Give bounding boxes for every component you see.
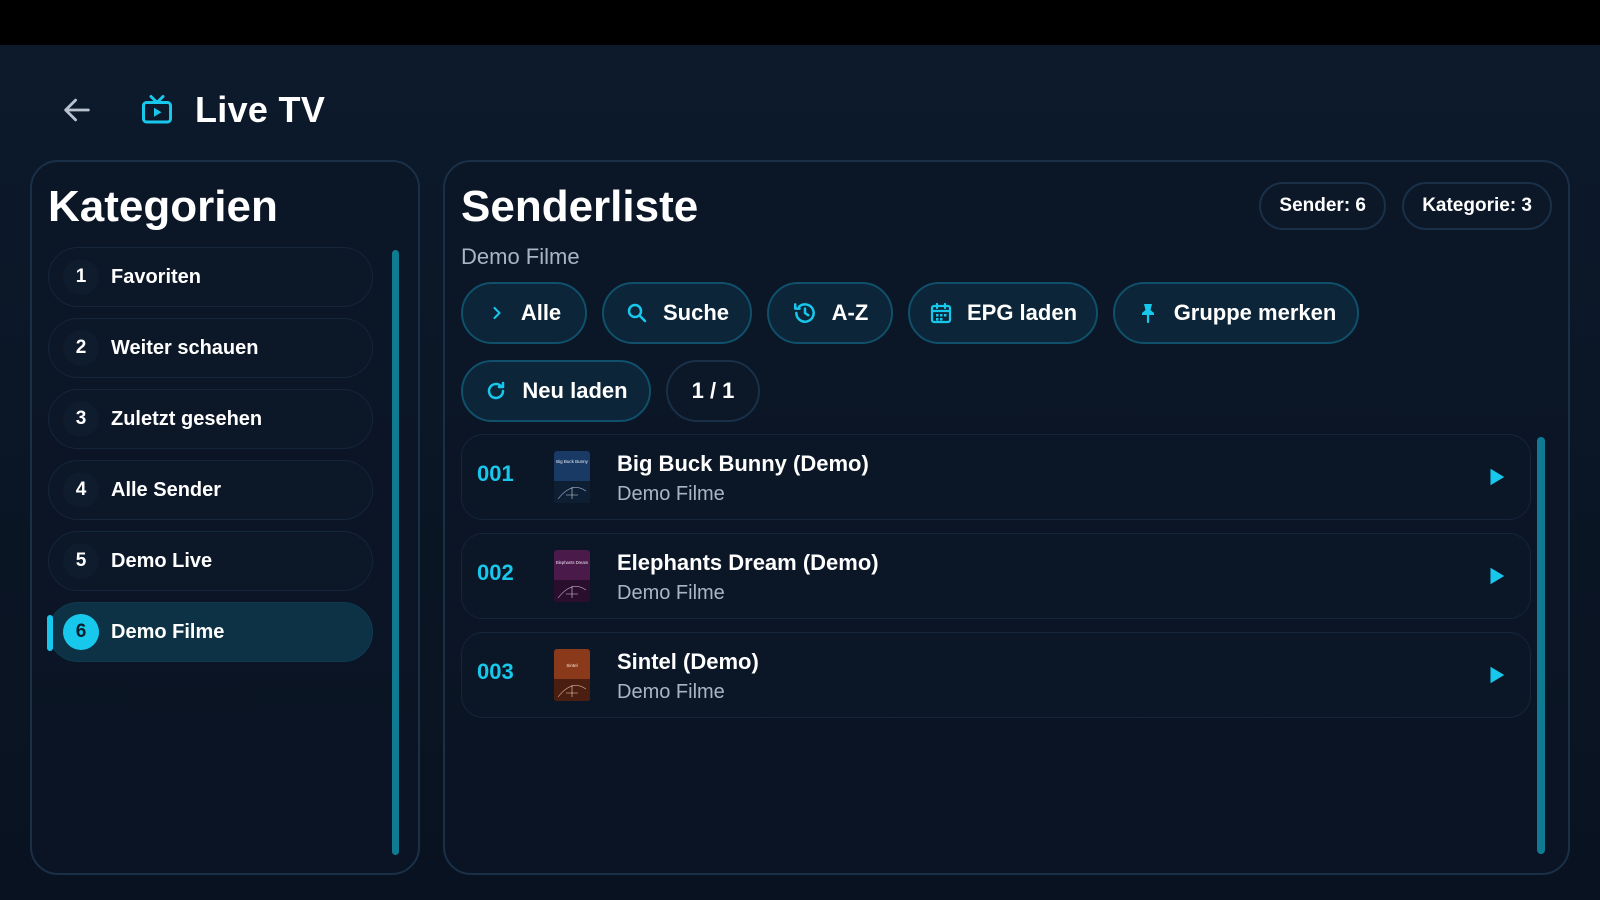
channel-group: Demo Filme <box>617 582 725 604</box>
page-indicator-label: 1 / 1 <box>691 378 735 403</box>
play-icon[interactable] <box>1484 663 1508 687</box>
channel-name: Big Buck Bunny (Demo) <box>617 451 869 476</box>
page-indicator[interactable]: 1 / 1 <box>666 360 760 422</box>
category-label: Demo Filme <box>111 620 225 643</box>
categories-title: Kategorien <box>48 182 278 231</box>
all-button[interactable]: Alle <box>461 282 587 344</box>
channel-row[interactable]: 002 Elephants Dream Elephants Dream (Dem… <box>461 533 1531 619</box>
category-number: 1 <box>63 259 99 295</box>
channel-name: Sintel (Demo) <box>617 649 759 674</box>
channel-name: Elephants Dream (Demo) <box>617 550 879 575</box>
channel-row[interactable]: 001 Big Buck Bunny Big Buck Bunny (Demo)… <box>461 434 1531 520</box>
category-item-demo-live[interactable]: 5 Demo Live <box>48 531 373 591</box>
channel-number: 001 <box>477 461 514 486</box>
active-marker <box>47 615 53 651</box>
category-label: Demo Live <box>111 549 213 572</box>
back-button[interactable] <box>55 88 99 132</box>
chevron-right-icon <box>487 303 507 323</box>
sort-az-button-label: A-Z <box>831 300 869 325</box>
channel-number: 003 <box>477 659 514 684</box>
poster-title: Sintel <box>566 663 577 668</box>
page-header: Live TV <box>55 85 325 135</box>
play-icon[interactable] <box>1484 465 1508 489</box>
channel-number: 002 <box>477 560 514 585</box>
channel-poster: Sintel <box>554 649 590 701</box>
category-item-alle-sender[interactable]: 4 Alle Sender <box>48 460 373 520</box>
category-label: Zuletzt gesehen <box>111 407 263 430</box>
category-number: 2 <box>63 330 99 366</box>
pin-group-button-label: Gruppe merken <box>1173 300 1337 325</box>
refresh-icon <box>484 379 508 403</box>
category-item-demo-filme[interactable]: 6 Demo Filme <box>47 602 373 662</box>
top-system-bar <box>0 0 1600 45</box>
pin-icon <box>1136 301 1160 325</box>
category-item-zuletzt-gesehen[interactable]: 3 Zuletzt gesehen <box>48 389 373 449</box>
poster-title: Elephants Dream <box>556 560 589 565</box>
channel-poster: Elephants Dream <box>554 550 590 602</box>
live-tv-screen: Live TV Kategorien 1 Favoriten 2 Weiter … <box>0 45 1600 900</box>
categories-scrollbar[interactable] <box>392 250 399 855</box>
sender-count-badge: Sender: 6 <box>1259 182 1386 230</box>
category-badge: Kategorie: 3 <box>1402 182 1552 230</box>
channel-poster: Big Buck Bunny <box>554 451 590 503</box>
search-button-label: Suche <box>662 300 730 325</box>
poster-title: Big Buck Bunny <box>556 459 589 464</box>
epg-load-button-label: EPG laden <box>966 300 1078 325</box>
category-item-favoriten[interactable]: 1 Favoriten <box>48 247 373 307</box>
search-button[interactable]: Suche <box>602 282 752 344</box>
reload-button-label: Neu laden <box>522 378 628 403</box>
history-icon <box>792 300 818 326</box>
channel-list-panel: Senderliste Demo Filme Sender: 6 Kategor… <box>443 160 1570 875</box>
channel-group: Demo Filme <box>617 681 725 703</box>
categories-panel: Kategorien 1 Favoriten 2 Weiter schauen … <box>30 160 420 875</box>
channel-list-title: Senderliste <box>461 182 699 231</box>
search-icon <box>625 301 649 325</box>
channel-list-scrollbar[interactable] <box>1537 437 1545 854</box>
channel-row[interactable]: 003 Sintel Sintel (Demo) Demo Filme <box>461 632 1531 718</box>
categories-list: 1 Favoriten 2 Weiter schauen 3 Zuletzt g… <box>47 247 373 673</box>
arrow-left-icon <box>64 98 90 122</box>
category-item-weiter-schauen[interactable]: 2 Weiter schauen <box>48 318 373 378</box>
calendar-icon <box>929 301 953 325</box>
sort-az-button[interactable]: A-Z <box>767 282 893 344</box>
channel-list-subtitle: Demo Filme <box>461 244 580 269</box>
channel-list: 001 Big Buck Bunny Big Buck Bunny (Demo)… <box>461 434 1531 731</box>
category-label: Weiter schauen <box>111 336 259 359</box>
epg-load-button[interactable]: EPG laden <box>908 282 1098 344</box>
category-label: Alle Sender <box>111 478 222 501</box>
tv-icon <box>137 90 177 130</box>
page-title: Live TV <box>195 89 326 130</box>
pin-group-button[interactable]: Gruppe merken <box>1113 282 1359 344</box>
play-icon[interactable] <box>1484 564 1508 588</box>
channel-group: Demo Filme <box>617 483 725 505</box>
category-number: 4 <box>63 472 99 508</box>
all-button-label: Alle <box>520 300 562 325</box>
reload-button[interactable]: Neu laden <box>461 360 651 422</box>
category-number: 6 <box>63 614 99 650</box>
category-number: 3 <box>63 401 99 437</box>
category-number: 5 <box>63 543 99 579</box>
category-label: Favoriten <box>111 265 202 288</box>
